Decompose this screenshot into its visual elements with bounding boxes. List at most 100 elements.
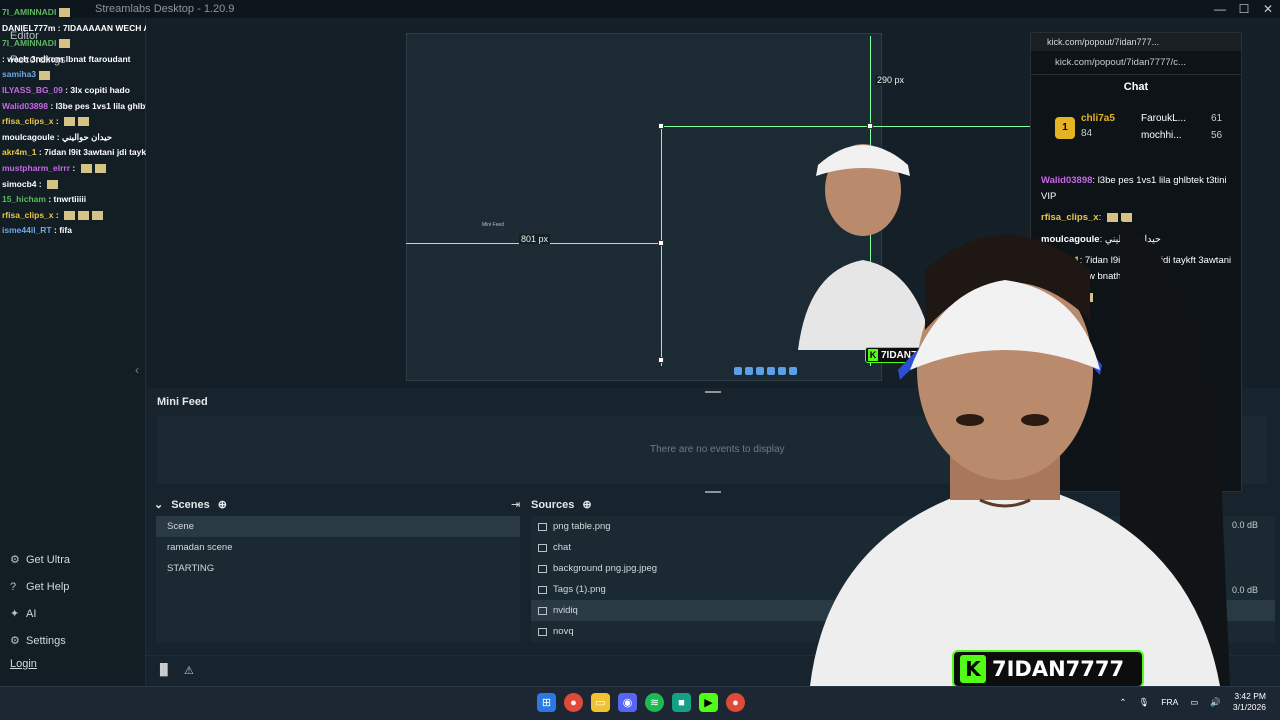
scenes-title: Scenes — [171, 498, 210, 511]
source-label: background png.jpg.jpeg — [553, 563, 658, 574]
sidebar-item-label: Settings — [26, 634, 66, 647]
chat-user: Walid03898 — [2, 100, 48, 111]
chat-user: mustpharm_elrrr — [2, 162, 71, 173]
webcam-person — [810, 220, 1230, 686]
source-label: Tags (1).png — [553, 584, 606, 595]
scene-list: Scene ramadan scene STARTING — [156, 516, 520, 642]
chat-user: 7I_AMINNADI — [2, 7, 57, 17]
clock[interactable]: 3:42 PM 3/1/2026 — [1233, 691, 1266, 713]
kick-icon[interactable]: ▶ — [699, 693, 718, 712]
sources-title: Sources — [531, 498, 575, 511]
popup-url[interactable]: kick.com/popout/7idan7777/c... — [1031, 51, 1241, 75]
sidebar-item-settings[interactable]: ⚙ Settings — [10, 627, 70, 654]
sidebar-item-get-ultra[interactable]: ⚙ Get Ultra — [10, 546, 70, 573]
minimize-icon[interactable]: — — [1208, 0, 1232, 18]
image-icon — [538, 522, 547, 531]
clock-date: 3/1/2026 — [1232, 702, 1266, 712]
taskbar-apps: ⊞ ● ▭ ◉ ≋ ■ ▶ ● — [537, 693, 745, 712]
chat-user: DANIEL777m — [2, 22, 56, 33]
resize-handle[interactable] — [658, 123, 664, 129]
scenes-header: ⌄ Scenes ⊕ — [154, 498, 227, 512]
collapse-panel-icon[interactable]: ⇥ — [511, 498, 520, 511]
resize-grip-icon[interactable] — [705, 491, 721, 493]
popup-tab-title: kick.com/popout/7idan777... — [1031, 33, 1241, 51]
help-icon: ? — [10, 580, 17, 593]
chat-user: samiha3 — [2, 69, 37, 80]
scene-item[interactable]: ramadan scene — [156, 537, 520, 558]
chevron-up-icon[interactable]: ⌃ — [1119, 697, 1126, 708]
sidebar-item-label: Get Help — [26, 580, 70, 593]
close-icon[interactable]: ✕ — [1256, 0, 1280, 18]
add-source-icon[interactable]: ⊕ — [582, 498, 591, 511]
chat-user: simocb4 — [2, 178, 37, 189]
gear-icon: ⚙ — [10, 635, 20, 647]
ai-icon: ✦ — [10, 608, 20, 620]
chevron-down-icon[interactable]: ⌄ — [154, 498, 163, 511]
emote-icon — [59, 39, 71, 49]
emote-icon — [78, 210, 90, 220]
clock-time: 3:42 PM — [1234, 691, 1266, 701]
maximize-icon[interactable]: ☐ — [1232, 0, 1256, 18]
sidebar-item-ai[interactable]: ✦ AI — [10, 600, 70, 627]
window-controls: — ☐ ✕ — [1208, 0, 1280, 18]
chat-user: rfisa_clips_x — [2, 209, 54, 220]
stats-icon[interactable]: ▐▌ — [156, 664, 172, 676]
mini-feed-empty-text: There are no events to display — [650, 444, 785, 455]
emote-icon — [94, 164, 106, 174]
mini-feed-title: Mini Feed — [157, 396, 208, 408]
alignment-guide — [661, 126, 662, 366]
alert-icon[interactable]: ⚠ — [184, 664, 194, 677]
login-link[interactable]: Login — [10, 658, 37, 670]
webcam-icon — [538, 606, 547, 615]
sidebar-item-label: AI — [26, 607, 37, 620]
discord-icon[interactable]: ◉ — [618, 693, 637, 712]
chat-user: moulcagoule — [2, 131, 55, 142]
chat-user: 7I_AMINNADI — [2, 38, 57, 49]
resize-handle[interactable] — [658, 357, 664, 363]
chrome-icon[interactable]: ● — [726, 693, 745, 712]
chat-user: rfisa_clips_x — [2, 116, 54, 127]
scene-item[interactable]: Scene — [156, 516, 520, 537]
chat-title: Chat — [1123, 81, 1149, 93]
mixer-level: 0.0 dB — [1232, 585, 1259, 595]
emote-icon — [92, 210, 104, 220]
emote-icon — [80, 164, 92, 174]
app-icon — [766, 367, 775, 375]
resize-grip-icon[interactable] — [705, 391, 721, 393]
sidebar-item-label: Get Ultra — [26, 553, 71, 566]
browser-icon — [538, 543, 547, 552]
emote-icon — [47, 179, 59, 189]
emote-icon — [59, 8, 71, 18]
chat-text: tnwrtiiiii — [53, 194, 87, 205]
kick-logo-icon: K — [960, 655, 986, 683]
app-icon[interactable]: ■ — [672, 693, 691, 712]
spotify-icon[interactable]: ≋ — [645, 693, 664, 712]
source-label: png table.png — [553, 521, 611, 532]
volume-icon[interactable]: 🔊 — [1210, 697, 1221, 708]
chat-user: akr4m_1 — [2, 147, 37, 158]
scenes-panel: ⌄ Scenes ⊕ ⇥ Scene ramadan scene STARTIN… — [146, 494, 524, 650]
image-icon — [538, 585, 547, 594]
webcam-name-text: 7IDAN7777 — [992, 657, 1125, 681]
add-scene-icon[interactable]: ⊕ — [218, 498, 227, 511]
language-indicator[interactable]: FRA — [1161, 697, 1178, 707]
emote-icon — [64, 117, 76, 127]
chat-text: fifa — [59, 225, 72, 236]
height-readout: 290 px — [875, 75, 907, 85]
emote-icon — [78, 117, 90, 127]
display-icon — [538, 627, 547, 636]
monitor-icon[interactable]: ▭ — [1190, 697, 1198, 708]
sidebar-item-get-help[interactable]: ? Get Help — [10, 573, 70, 600]
start-icon[interactable]: ⊞ — [537, 693, 556, 712]
chevron-left-icon[interactable]: ‹ — [135, 363, 139, 377]
webcam-name-tag: K 7IDAN7777 — [952, 650, 1144, 688]
width-readout: 801 px — [519, 234, 551, 244]
sources-header: Sources ⊕ — [531, 498, 592, 512]
resize-handle[interactable] — [658, 240, 664, 246]
webcam-overlay — [790, 120, 1230, 686]
source-label: chat — [553, 542, 571, 553]
scene-item[interactable]: STARTING — [156, 558, 520, 579]
microphone-icon[interactable]: 🎙 — [1138, 697, 1149, 708]
chrome-icon[interactable]: ● — [564, 693, 583, 712]
folder-icon[interactable]: ▭ — [591, 693, 610, 712]
